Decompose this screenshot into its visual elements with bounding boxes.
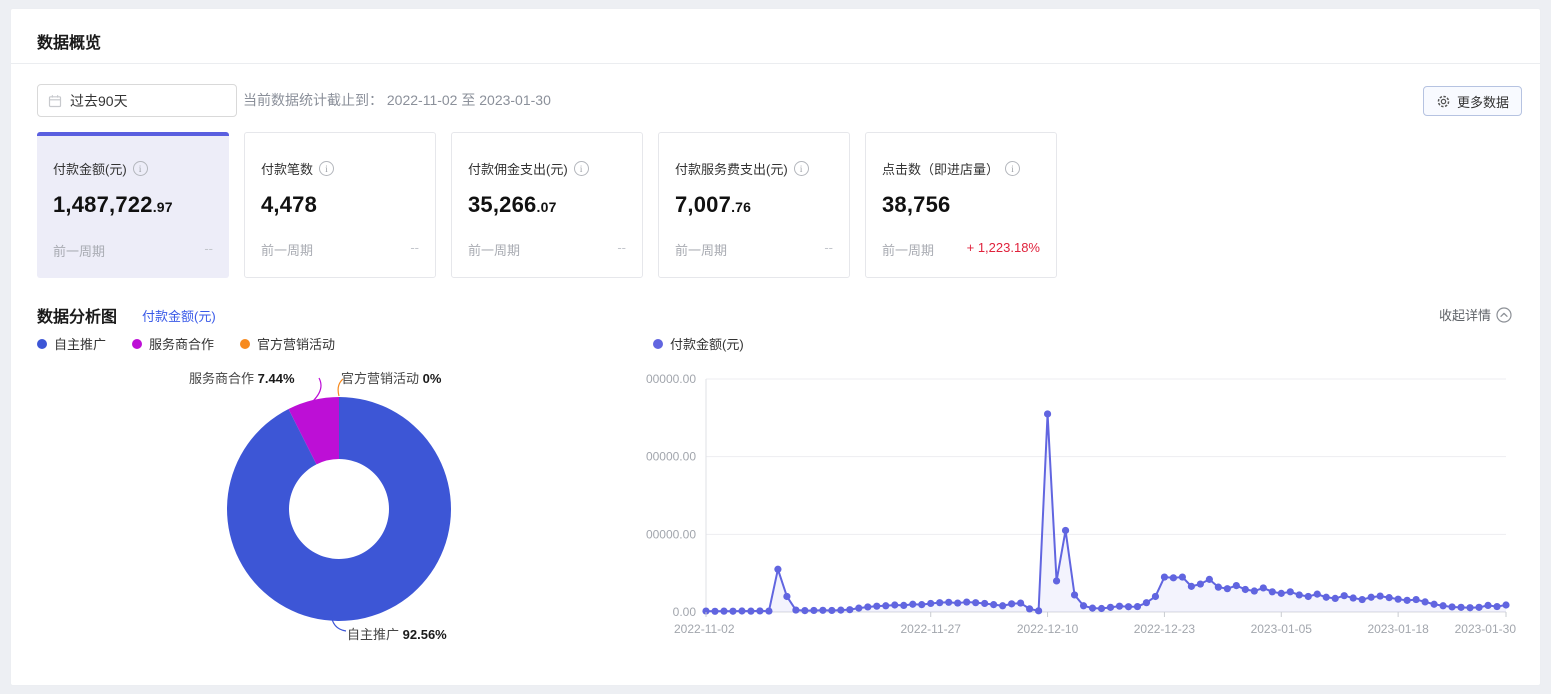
prev-period-value: --	[204, 241, 213, 260]
stat-card-value: 1,487,722.97	[53, 192, 213, 218]
legend-dot	[240, 339, 250, 349]
stat-card-value: 38,756	[882, 192, 1040, 218]
prev-period-label: 前一周期	[675, 240, 727, 259]
stat-card-label: 付款佣金支出(元)	[468, 159, 568, 178]
svg-text:2022-12-23: 2022-12-23	[1134, 622, 1196, 636]
line-chart-svg: 0.00 100000.00 200000.00 300000.00 2022-11-0…	[646, 359, 1536, 664]
stat-card-label: 付款金额(元)	[53, 159, 127, 178]
stat-card-label: 点击数（即进店量）	[882, 159, 999, 178]
legend-item-service-provider[interactable]: 服务商合作	[132, 334, 214, 353]
donut-chart-svg	[37, 356, 637, 666]
header-divider	[11, 63, 1540, 64]
collapse-details-toggle[interactable]: 收起详情	[1439, 305, 1512, 324]
prev-period-value: --	[617, 240, 626, 259]
analysis-section-title: 数据分析图	[37, 303, 117, 327]
gear-icon	[1436, 94, 1451, 109]
prev-period-value: --	[824, 240, 833, 259]
svg-text:2023-01-30: 2023-01-30	[1455, 622, 1517, 636]
stat-card-value: 7,007.76	[675, 192, 833, 218]
prev-period-label: 前一周期	[882, 240, 934, 259]
more-data-label: 更多数据	[1457, 92, 1509, 111]
info-icon[interactable]	[133, 161, 148, 176]
legend-item-payment-amount[interactable]: 付款金额(元)	[653, 334, 744, 353]
collapse-details-label: 收起详情	[1439, 305, 1491, 324]
stat-card-label: 付款笔数	[261, 159, 313, 178]
svg-text:2022-11-02: 2022-11-02	[674, 622, 735, 636]
pie-label-self-promotion: 自主推广 92.56%	[347, 624, 447, 643]
legend-dot	[132, 339, 142, 349]
svg-text:2022-11-27: 2022-11-27	[900, 622, 961, 636]
chevron-up-circle-icon	[1496, 307, 1512, 323]
overview-cards: 付款金额(元) 1,487,722.97 前一周期 -- 付款笔数 4,478 前…	[37, 132, 1057, 278]
stat-card-payment-count[interactable]: 付款笔数 4,478 前一周期 --	[244, 132, 436, 278]
info-icon[interactable]	[574, 161, 589, 176]
stat-card-payment-amount[interactable]: 付款金额(元) 1,487,722.97 前一周期 --	[37, 132, 229, 278]
legend-item-self-promotion[interactable]: 自主推广	[37, 334, 106, 353]
pie-legend: 自主推广 服务商合作 官方营销活动	[37, 334, 335, 353]
stat-card-value: 4,478	[261, 192, 419, 218]
line-chart: 0.00 100000.00 200000.00 300000.00 2022-11-0…	[646, 359, 1536, 664]
svg-text:2022-12-10: 2022-12-10	[1017, 622, 1079, 636]
date-range-value: 过去90天	[70, 91, 128, 111]
legend-item-official-marketing[interactable]: 官方营销活动	[240, 334, 335, 353]
prev-period-label: 前一周期	[468, 240, 520, 259]
main-panel: 数据概览 过去90天 当前数据统计截止到： 2022-11-02 至 2023-…	[10, 8, 1541, 686]
svg-text:2023-01-18: 2023-01-18	[1367, 622, 1429, 636]
prev-period-label: 前一周期	[53, 241, 105, 260]
stat-card-label: 付款服务费支出(元)	[675, 159, 788, 178]
calendar-icon	[48, 94, 62, 108]
stat-card-value: 35,266.07	[468, 192, 626, 218]
stat-card-commission-spend[interactable]: 付款佣金支出(元) 35,266.07 前一周期 --	[451, 132, 643, 278]
pie-label-service-provider: 服务商合作 7.44%	[189, 368, 295, 387]
svg-text:0.00: 0.00	[673, 605, 697, 619]
stat-card-service-fee-spend[interactable]: 付款服务费支出(元) 7,007.76 前一周期 --	[658, 132, 850, 278]
legend-dot	[653, 339, 663, 349]
info-icon[interactable]	[794, 161, 809, 176]
donut-chart: 服务商合作 7.44% 官方营销活动 0% 自主推广 92.56%	[37, 356, 637, 666]
info-icon[interactable]	[319, 161, 334, 176]
page-title: 数据概览	[37, 29, 101, 53]
metric-link-payment-amount[interactable]: 付款金额(元)	[142, 306, 216, 325]
prev-period-value: --	[410, 240, 419, 259]
more-data-button[interactable]: 更多数据	[1423, 86, 1522, 116]
data-deadline-text: 当前数据统计截止到： 2022-11-02 至 2023-01-30	[243, 84, 551, 117]
prev-period-value: + 1,223.18%	[967, 240, 1040, 259]
info-icon[interactable]	[1005, 161, 1020, 176]
line-legend: 付款金额(元)	[653, 334, 744, 353]
date-range-picker[interactable]: 过去90天	[37, 84, 237, 117]
legend-dot	[37, 339, 47, 349]
svg-text:2023-01-05: 2023-01-05	[1251, 622, 1313, 636]
pie-label-official-marketing: 官方营销活动 0%	[341, 368, 441, 387]
stat-card-clicks[interactable]: 点击数（即进店量） 38,756 前一周期 + 1,223.18%	[865, 132, 1057, 278]
svg-text:100000.00: 100000.00	[646, 527, 696, 541]
svg-text:200000.00: 200000.00	[646, 450, 696, 464]
prev-period-label: 前一周期	[261, 240, 313, 259]
svg-text:300000.00: 300000.00	[646, 372, 696, 386]
